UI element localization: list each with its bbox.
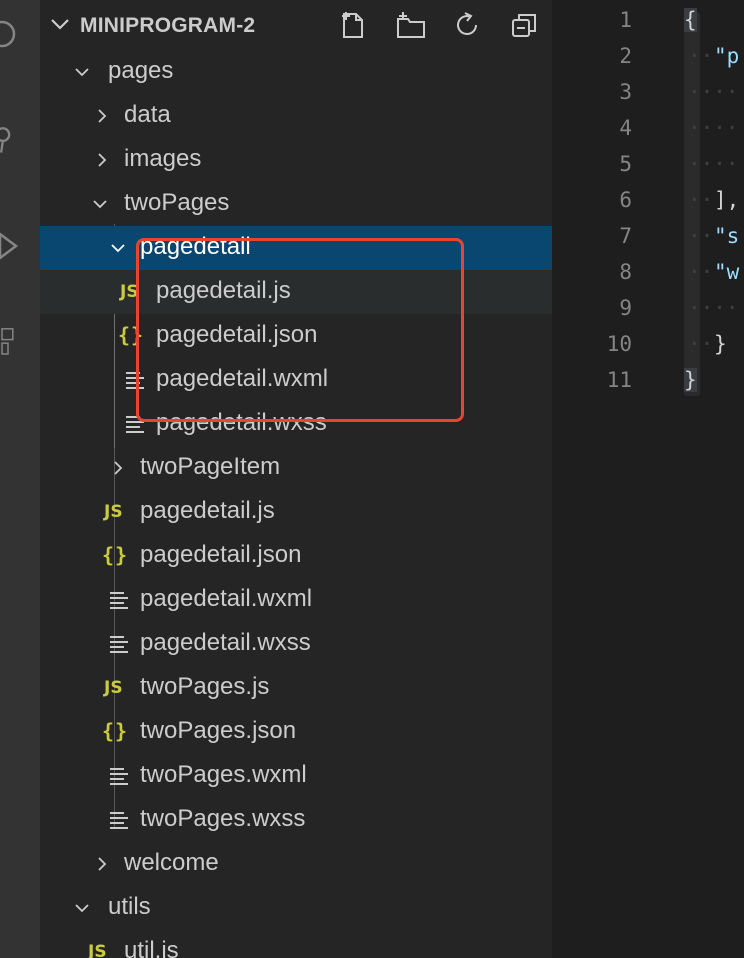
line-number: 6 bbox=[619, 188, 632, 212]
collapse-all-icon[interactable] bbox=[510, 10, 540, 40]
tree-item-label: images bbox=[124, 145, 202, 172]
chevron-down-icon[interactable] bbox=[48, 12, 72, 36]
code-line: } bbox=[684, 368, 697, 392]
explorer-title: MINIPROGRAM-2 bbox=[80, 14, 256, 37]
line-number: 7 bbox=[619, 224, 632, 248]
line-number: 9 bbox=[619, 296, 632, 320]
tree-file-pagedetail-json[interactable]: {} pagedetail.json bbox=[40, 534, 552, 578]
json-file-icon: {} bbox=[102, 543, 129, 567]
tree-folder-pages[interactable]: pages bbox=[40, 50, 552, 94]
chevron-right-icon bbox=[114, 461, 123, 475]
tree-item-label: data bbox=[124, 101, 171, 128]
code-line: "s bbox=[714, 224, 740, 248]
tree-item-label: utils bbox=[108, 893, 151, 920]
tree-item-label: welcome bbox=[124, 849, 219, 876]
whitespace-dots: ·· bbox=[688, 188, 714, 212]
chevron-down-icon bbox=[111, 244, 125, 253]
chevron-right-icon bbox=[98, 857, 107, 871]
chevron-down-icon bbox=[93, 200, 107, 209]
source-control-icon[interactable] bbox=[0, 122, 22, 158]
tree-item-label: pagedetail.js bbox=[140, 497, 275, 524]
whitespace-dots: ·· bbox=[688, 260, 714, 284]
line-number: 11 bbox=[606, 368, 632, 392]
text-file-icon bbox=[110, 636, 128, 653]
line-number: 3 bbox=[619, 80, 632, 104]
line-number: 10 bbox=[606, 332, 632, 356]
chevron-down-icon bbox=[75, 904, 89, 913]
whitespace-dots: ···· bbox=[688, 152, 739, 176]
js-file-icon: JS bbox=[88, 942, 107, 958]
chevron-right-icon bbox=[98, 153, 107, 167]
tree-file-util-js[interactable]: JS util.js bbox=[40, 930, 552, 958]
chevron-right-icon bbox=[98, 109, 107, 123]
line-number: 2 bbox=[619, 44, 632, 68]
tree-item-label: twoPages.wxss bbox=[140, 805, 306, 832]
activity-bar bbox=[0, 0, 40, 958]
tree-item-label: pagedetail.wxss bbox=[140, 629, 311, 656]
js-file-icon: JS bbox=[104, 678, 123, 698]
tree-file-twopages-wxss[interactable]: twoPages.wxss bbox=[40, 798, 552, 842]
whitespace-dots: ·· bbox=[688, 224, 714, 248]
tree-folder-images[interactable]: images bbox=[40, 138, 552, 182]
line-number: 8 bbox=[619, 260, 632, 284]
tree-file-pagedetail-wxss[interactable]: pagedetail.wxss bbox=[40, 622, 552, 666]
whitespace-dots: ···· bbox=[688, 296, 739, 320]
tree-folder-welcome[interactable]: welcome bbox=[40, 842, 552, 886]
whitespace-dots: ·· bbox=[688, 332, 714, 356]
tree-folder-data[interactable]: data bbox=[40, 94, 552, 138]
line-number: 1 bbox=[619, 8, 632, 32]
explorer-header[interactable]: MINIPROGRAM-2 bbox=[40, 0, 552, 50]
tree-item-label: twoPages.json bbox=[140, 717, 297, 744]
chevron-down-icon bbox=[75, 68, 89, 77]
tree-file-twopages-wxml[interactable]: twoPages.wxml bbox=[40, 754, 552, 798]
whitespace-dots: ·· bbox=[688, 44, 714, 68]
text-file-icon bbox=[110, 592, 128, 609]
json-file-icon: {} bbox=[102, 719, 129, 743]
annotation-highlight-box bbox=[136, 238, 464, 422]
js-file-icon: JS bbox=[104, 502, 123, 522]
code-line: "w bbox=[714, 260, 740, 284]
code-line: { bbox=[684, 8, 697, 32]
text-file-icon bbox=[110, 812, 128, 829]
search-icon[interactable] bbox=[0, 16, 22, 52]
code-editor[interactable]: 1 2 3 4 5 6 7 8 9 10 11 { ·· "p ···· ···… bbox=[552, 0, 744, 958]
tree-file-twopages-js[interactable]: JS twoPages.js bbox=[40, 666, 552, 710]
tree-item-label: twoPages.wxml bbox=[140, 761, 307, 788]
tree-item-label: twoPages.js bbox=[140, 673, 270, 700]
extensions-icon[interactable] bbox=[0, 324, 22, 360]
tree-folder-utils[interactable]: utils bbox=[40, 886, 552, 930]
refresh-icon[interactable] bbox=[452, 10, 482, 40]
tree-item-label: pagedetail.wxml bbox=[140, 585, 313, 612]
tree-item-label: pages bbox=[108, 57, 174, 84]
tree-item-label: twoPageItem bbox=[140, 453, 281, 480]
new-file-icon[interactable] bbox=[338, 10, 368, 40]
explorer-panel: MINIPROGRAM-2 pages data images twoPages… bbox=[40, 0, 552, 958]
text-file-icon bbox=[110, 768, 128, 785]
tree-file-twopages-json[interactable]: {} twoPages.json bbox=[40, 710, 552, 754]
new-folder-icon[interactable] bbox=[396, 10, 426, 40]
whitespace-dots: ···· bbox=[688, 80, 739, 104]
run-debug-icon[interactable] bbox=[0, 228, 22, 264]
tree-file-pagedetail-wxml[interactable]: pagedetail.wxml bbox=[40, 578, 552, 622]
whitespace-dots: ···· bbox=[688, 116, 739, 140]
code-line: ], bbox=[714, 188, 740, 212]
line-number: 5 bbox=[619, 152, 632, 176]
tree-item-label: twoPages bbox=[124, 189, 230, 216]
tree-folder-twopageitem[interactable]: twoPageItem bbox=[40, 446, 552, 490]
code-line: "p bbox=[714, 44, 740, 68]
tree-item-label: util.js bbox=[124, 937, 179, 958]
tree-folder-twopages[interactable]: twoPages bbox=[40, 182, 552, 226]
code-line: } bbox=[714, 332, 727, 356]
tree-item-label: pagedetail.json bbox=[140, 541, 302, 568]
line-number: 4 bbox=[619, 116, 632, 140]
tree-file-pagedetail-js[interactable]: JS pagedetail.js bbox=[40, 490, 552, 534]
